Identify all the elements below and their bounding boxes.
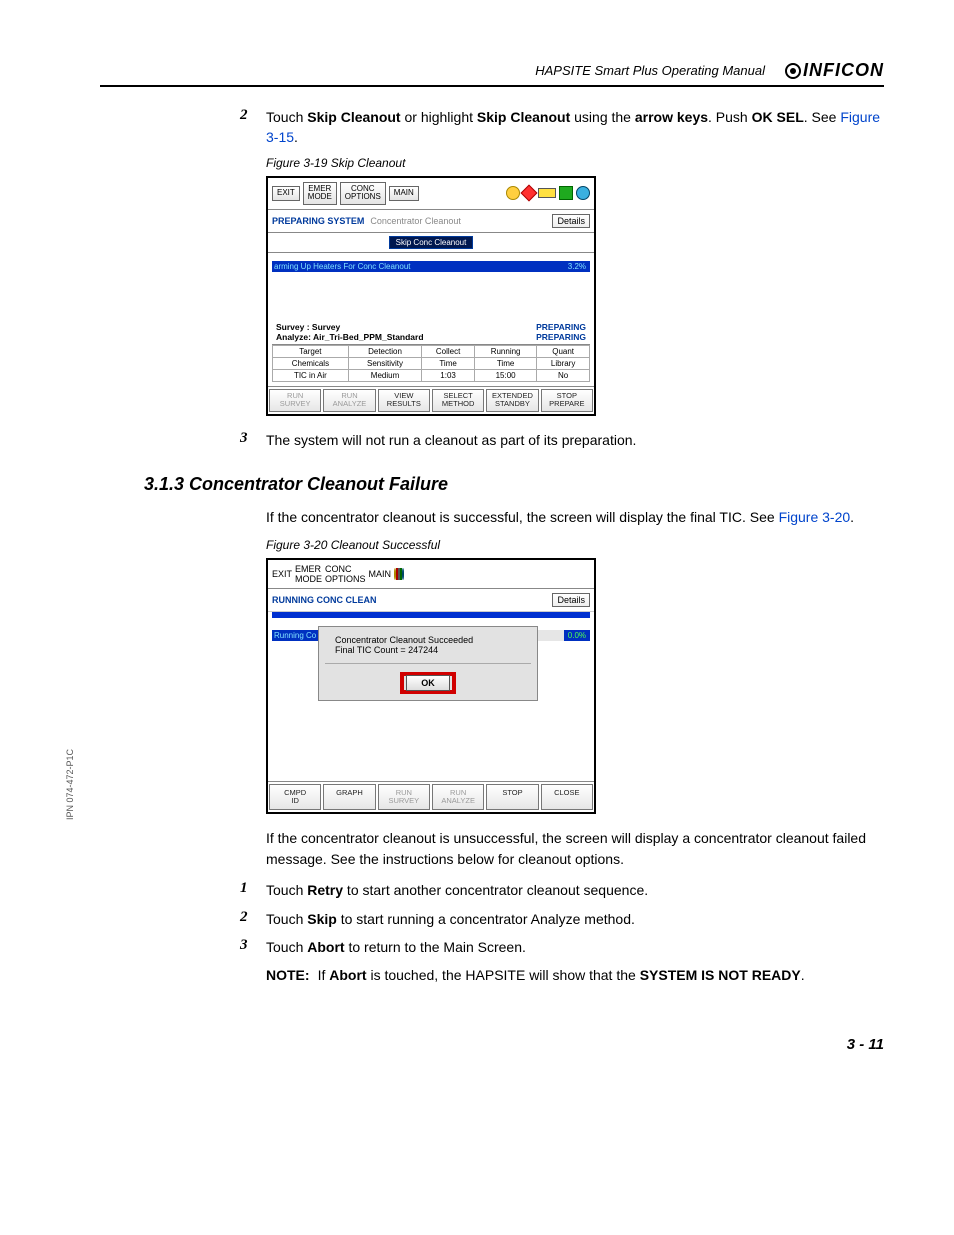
stop-button[interactable]: STOP bbox=[486, 784, 538, 811]
fail-step-1: 1 Touch Retry to start another concentra… bbox=[240, 880, 884, 900]
params-table: Target Detection Collect Running Quant C… bbox=[272, 345, 590, 382]
fig20-bottombar: CMPDID GRAPH RUNSURVEY RUNANALYZE STOP C… bbox=[268, 781, 594, 813]
note-body: If Abort is touched, the HAPSITE will sh… bbox=[318, 965, 884, 985]
doc-title: HAPSITE Smart Plus Operating Manual bbox=[535, 63, 765, 78]
dialog-line-1: Concentrator Cleanout Succeeded bbox=[325, 635, 531, 645]
survey-status: PREPARING bbox=[536, 322, 586, 332]
details-button[interactable]: Details bbox=[552, 214, 590, 228]
main-button[interactable]: MAIN bbox=[389, 186, 419, 201]
select-method-button[interactable]: SELECTMETHOD bbox=[432, 389, 484, 412]
logo-text: INFICON bbox=[803, 60, 884, 81]
fail-step-3: 3 Touch Abort to return to the Main Scre… bbox=[240, 937, 884, 957]
help-icon[interactable] bbox=[506, 186, 520, 200]
para-success: If the concentrator cleanout is successf… bbox=[266, 507, 884, 528]
ok-button[interactable]: OK bbox=[406, 675, 450, 691]
cmpd-id-button[interactable]: CMPDID bbox=[269, 784, 321, 811]
figure-3-20-screenshot: EXIT EMERMODE CONCOPTIONS MAIN RUNNING C… bbox=[266, 558, 596, 815]
figure-3-19-caption: Figure 3-19 Skip Cleanout bbox=[266, 156, 884, 170]
side-ipn-label: IPN 074-472-P1C bbox=[65, 749, 75, 820]
page-header: HAPSITE Smart Plus Operating Manual INFI… bbox=[100, 60, 884, 87]
conc-options-button[interactable]: CONCOPTIONS bbox=[325, 564, 366, 584]
blue-strip bbox=[272, 612, 590, 618]
view-results-button[interactable]: VIEWRESULTS bbox=[378, 389, 430, 412]
graph-button[interactable]: GRAPH bbox=[323, 784, 375, 811]
fig19-toolbar: EXIT EMERMODE CONCOPTIONS MAIN bbox=[268, 178, 594, 211]
cleanout-success-dialog: Concentrator Cleanout Succeeded Final TI… bbox=[318, 626, 538, 701]
progress-message: arming Up Heaters For Conc Cleanout bbox=[272, 261, 564, 272]
progress-value: 3.2% bbox=[564, 261, 590, 272]
page-number: 3 - 11 bbox=[100, 1036, 884, 1053]
step-3-text: The system will not run a cleanout as pa… bbox=[266, 430, 884, 450]
fig20-toolbar: EXIT EMERMODE CONCOPTIONS MAIN bbox=[268, 560, 594, 589]
conc-options-button[interactable]: CONCOPTIONS bbox=[340, 182, 386, 206]
figure-3-19-screenshot: EXIT EMERMODE CONCOPTIONS MAIN PREPARING… bbox=[266, 176, 596, 416]
fig20-statusbar: RUNNING CONC CLEAN Details bbox=[268, 589, 594, 612]
network-icon bbox=[559, 186, 573, 200]
globe-icon bbox=[402, 568, 404, 580]
step-2: 2 Touch Skip Cleanout or highlight Skip … bbox=[240, 107, 884, 148]
emer-mode-button[interactable]: EMERMODE bbox=[295, 564, 322, 584]
fig19-statusbar: PREPARING SYSTEM Concentrator Cleanout D… bbox=[268, 210, 594, 233]
close-button[interactable]: CLOSE bbox=[541, 784, 593, 811]
step-3: 3 The system will not run a cleanout as … bbox=[240, 430, 884, 450]
logo-icon bbox=[785, 63, 801, 79]
dialog-line-2: Final TIC Count = 247244 bbox=[325, 645, 531, 655]
run-survey-button[interactable]: RUNSURVEY bbox=[269, 389, 321, 412]
inficon-logo: INFICON bbox=[785, 60, 884, 81]
ok-highlight: OK bbox=[400, 672, 456, 694]
analyze-status: PREPARING bbox=[536, 332, 586, 342]
fig19-bottombar: RUNSURVEY RUNANALYZE VIEWRESULTS SELECTM… bbox=[268, 386, 594, 414]
concentrator-cleanout-tag: Concentrator Cleanout bbox=[370, 216, 461, 226]
details-button[interactable]: Details bbox=[552, 593, 590, 607]
link-figure-3-20[interactable]: Figure 3-20 bbox=[779, 509, 851, 525]
progress-message: Running Co bbox=[272, 630, 324, 641]
figure-3-20-caption: Figure 3-20 Cleanout Successful bbox=[266, 538, 884, 552]
progress-value: 0.0% bbox=[564, 630, 590, 641]
exit-button[interactable]: EXIT bbox=[272, 186, 300, 201]
section-3-1-3-heading: 3.1.3 Concentrator Cleanout Failure bbox=[144, 474, 884, 495]
run-analyze-button[interactable]: RUNANALYZE bbox=[432, 784, 484, 811]
step-3-num: 3 bbox=[240, 430, 254, 450]
stop-prepare-button[interactable]: STOPPREPARE bbox=[541, 389, 593, 412]
battery-icon bbox=[538, 188, 556, 198]
run-survey-button[interactable]: RUNSURVEY bbox=[378, 784, 430, 811]
step-2-num: 2 bbox=[240, 107, 254, 148]
fig19-progress-bar: arming Up Heaters For Conc Cleanout 3.2% bbox=[272, 261, 590, 272]
preparing-system-label: PREPARING SYSTEM bbox=[272, 216, 364, 226]
main-button[interactable]: MAIN bbox=[369, 569, 392, 579]
extended-standby-button[interactable]: EXTENDEDSTANDBY bbox=[486, 389, 538, 412]
running-conc-clean-label: RUNNING CONC CLEAN bbox=[272, 595, 377, 605]
globe-icon bbox=[576, 186, 590, 200]
skip-conc-cleanout-button[interactable]: Skip Conc Cleanout bbox=[389, 236, 474, 249]
note-label: NOTE: bbox=[266, 965, 310, 985]
analyze-label: Analyze: Air_Tri-Bed_PPM_Standard bbox=[276, 332, 424, 342]
step-2-text: Touch Skip Cleanout or highlight Skip Cl… bbox=[266, 107, 884, 148]
note-abort: NOTE: If Abort is touched, the HAPSITE w… bbox=[266, 965, 884, 985]
run-analyze-button[interactable]: RUNANALYZE bbox=[323, 389, 375, 412]
exit-button[interactable]: EXIT bbox=[272, 569, 292, 579]
info-icon[interactable] bbox=[521, 185, 538, 202]
emer-mode-button[interactable]: EMERMODE bbox=[303, 182, 337, 206]
para-unsuccessful: If the concentrator cleanout is unsucces… bbox=[266, 828, 884, 870]
fail-step-2: 2 Touch Skip to start running a concentr… bbox=[240, 909, 884, 929]
survey-label: Survey : Survey bbox=[276, 322, 340, 332]
